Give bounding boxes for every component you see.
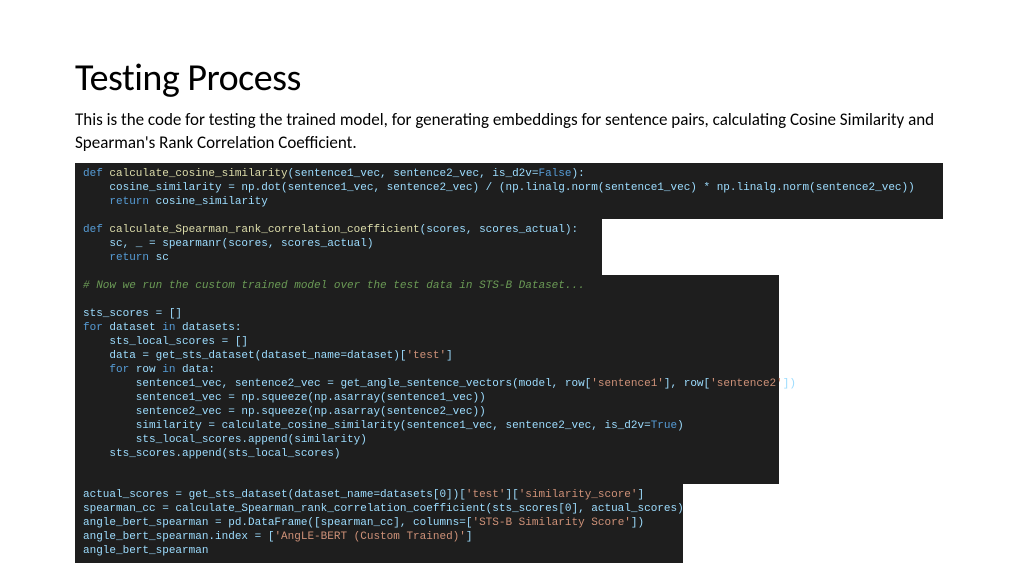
string: 'sentence1' [591, 378, 664, 390]
blank-line [83, 294, 90, 306]
slide-subtitle: This is the code for testing the trained… [75, 109, 945, 155]
slide-title: Testing Process [75, 55, 949, 101]
fn-sig: (scores, scores_actual): [420, 224, 578, 236]
code-line: sc, _ = spearmanr(scores, scores_actual) [83, 238, 373, 250]
comment: # Now we run the custom trained model ov… [83, 280, 585, 292]
kw-for: for [83, 364, 136, 376]
kw-return: return [83, 196, 156, 208]
fn-name: calculate_Spearman_rank_correlation_coef… [109, 224, 419, 236]
sig-end: ): [572, 168, 585, 180]
code-block-cosine: def calculate_cosine_similarity(sentence… [75, 163, 943, 219]
kw-in: in [162, 322, 182, 334]
loop-iter: data: [182, 364, 215, 376]
code-line: sts_local_scores = [] [83, 336, 248, 348]
code-line: ] [638, 489, 645, 501]
string: 'AngLE-BERT (Custom Trained)' [274, 531, 465, 543]
code-line: sentence1_vec, sentence2_vec = get_angle… [83, 378, 591, 390]
code-line: data = get_sts_dataset(dataset_name=data… [83, 350, 406, 362]
code-line: angle_bert_spearman.index = [ [83, 531, 274, 543]
kw-for: for [83, 322, 109, 334]
string: 'STS-B Similarity Score' [472, 517, 630, 529]
code-line: angle_bert_spearman [83, 545, 208, 557]
fn-name: calculate_cosine_similarity [109, 168, 287, 180]
ret-var: cosine_similarity [156, 196, 268, 208]
kw-return: return [83, 252, 156, 264]
code-line: sentence1_vec = np.squeeze(np.asarray(se… [83, 392, 486, 404]
code-line: actual_scores = get_sts_dataset(dataset_… [83, 489, 466, 501]
fn-sig: (sentence1_vec, sentence2_vec, is_d2v= [288, 168, 539, 180]
string: 'test' [466, 489, 506, 501]
slide: Testing Process This is the code for tes… [0, 0, 1024, 576]
code-line: ]) [631, 517, 644, 529]
loop-var: dataset [109, 322, 162, 334]
code-line: spearman_cc = calculate_Spearman_rank_co… [83, 503, 684, 515]
code-line: sentence2_vec = np.squeeze(np.asarray(se… [83, 406, 486, 418]
ret-var: sc [156, 252, 169, 264]
code-line: sts_scores.append(sts_local_scores) [83, 448, 340, 460]
code-line: sts_scores = [] [83, 308, 182, 320]
code-line: ]) [783, 378, 796, 390]
code-line: cosine_similarity = np.dot(sentence1_vec… [83, 182, 915, 194]
code-line: ) [677, 420, 684, 432]
bool-false: False [538, 168, 571, 180]
string: 'sentence2' [710, 378, 783, 390]
kw-in: in [162, 364, 182, 376]
code-line: sts_local_scores.append(similarity) [83, 434, 367, 446]
code-line: ] [446, 350, 453, 362]
code-line: ], row[ [664, 378, 710, 390]
code-line: ][ [505, 489, 518, 501]
code-block-loop: # Now we run the custom trained model ov… [75, 275, 779, 484]
code-line: ] [466, 531, 473, 543]
code-line: similarity = calculate_cosine_similarity… [83, 420, 651, 432]
string: 'similarity_score' [519, 489, 638, 501]
code-block-results: actual_scores = get_sts_dataset(dataset_… [75, 484, 683, 563]
kw-def: def [83, 168, 109, 180]
code-block-spearman: def calculate_Spearman_rank_correlation_… [75, 219, 602, 275]
bool-true: True [651, 420, 677, 432]
loop-iter: datasets: [182, 322, 241, 334]
kw-def: def [83, 224, 109, 236]
loop-var: row [136, 364, 162, 376]
string: 'test' [406, 350, 446, 362]
code-line: angle_bert_spearman = pd.DataFrame([spea… [83, 517, 472, 529]
